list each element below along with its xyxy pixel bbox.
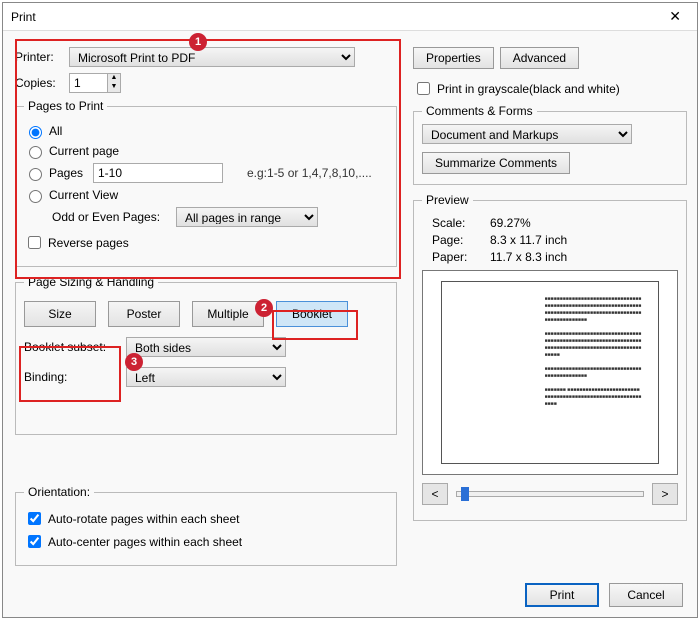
auto-center-check[interactable] xyxy=(28,535,41,548)
copies-label: Copies: xyxy=(15,76,63,90)
copies-input[interactable] xyxy=(69,73,107,93)
close-icon[interactable]: ✕ xyxy=(661,4,689,29)
printer-select[interactable]: Microsoft Print to PDF xyxy=(69,47,355,67)
copies-stepper[interactable]: ▲▼ xyxy=(69,73,121,93)
odd-even-select[interactable]: All pages in range xyxy=(176,207,318,227)
binding-select[interactable]: Left xyxy=(126,367,286,387)
orientation-group: Orientation: Auto-rotate pages within ea… xyxy=(15,485,397,566)
slider-thumb[interactable] xyxy=(461,487,469,501)
preview-pane: ■■■■■■■■■■■■■■■■■■■■■■■■■■■■■■■■■■■■■■■■… xyxy=(422,270,678,475)
reverse-pages-label: Reverse pages xyxy=(48,236,129,250)
scale-key: Scale: xyxy=(432,216,478,230)
page-value: 8.3 x 11.7 inch xyxy=(490,233,567,247)
tab-booklet[interactable]: Booklet xyxy=(276,301,348,327)
paper-key: Paper: xyxy=(432,250,478,264)
summarize-comments-button[interactable]: Summarize Comments xyxy=(422,152,570,174)
tab-poster[interactable]: Poster xyxy=(108,301,180,327)
window-title: Print xyxy=(11,10,661,24)
radio-current-view-label: Current View xyxy=(49,188,118,202)
page-sizing-group: Page Sizing & Handling Size Poster Multi… xyxy=(15,275,397,435)
preview-prev-button[interactable]: < xyxy=(422,483,448,505)
spinner-down-icon[interactable]: ▼ xyxy=(108,83,120,92)
preview-legend: Preview xyxy=(422,193,473,207)
auto-rotate-check[interactable] xyxy=(28,512,41,525)
advanced-button[interactable]: Advanced xyxy=(500,47,579,69)
titlebar: Print ✕ xyxy=(3,3,697,31)
scale-value: 69.27% xyxy=(490,216,531,230)
comments-select[interactable]: Document and Markups xyxy=(422,124,632,144)
properties-button[interactable]: Properties xyxy=(413,47,494,69)
auto-center-label: Auto-center pages within each sheet xyxy=(48,535,242,549)
radio-all[interactable] xyxy=(29,126,42,139)
tab-multiple[interactable]: Multiple xyxy=(192,301,264,327)
preview-group: Preview Scale: 69.27% Page: 8.3 x 11.7 inc… xyxy=(413,193,687,521)
page-key: Page: xyxy=(432,233,478,247)
cancel-button[interactable]: Cancel xyxy=(609,583,683,607)
printer-label: Printer: xyxy=(15,50,63,64)
orientation-legend: Orientation: xyxy=(24,485,94,499)
comments-group: Comments & Forms Document and Markups Su… xyxy=(413,104,687,185)
radio-current-view[interactable] xyxy=(29,190,42,203)
pages-to-print-legend: Pages to Print xyxy=(24,99,107,113)
auto-rotate-label: Auto-rotate pages within each sheet xyxy=(48,512,239,526)
paper-value: 11.7 x 8.3 inch xyxy=(490,250,567,264)
radio-current-page-label: Current page xyxy=(49,144,119,158)
binding-label: Binding: xyxy=(24,370,120,384)
grayscale-label: Print in grayscale(black and white) xyxy=(437,82,620,96)
radio-all-label: All xyxy=(49,124,62,138)
preview-page-thumbnail: ■■■■■■■■■■■■■■■■■■■■■■■■■■■■■■■■■■■■■■■■… xyxy=(545,296,644,408)
radio-current-page[interactable] xyxy=(29,146,42,159)
booklet-subset-select[interactable]: Both sides xyxy=(126,337,286,357)
radio-pages[interactable] xyxy=(29,168,42,181)
comments-legend: Comments & Forms xyxy=(422,104,537,118)
radio-pages-label: Pages xyxy=(49,166,89,180)
preview-slider[interactable] xyxy=(456,491,644,497)
spinner-up-icon[interactable]: ▲ xyxy=(108,74,120,83)
booklet-subset-label: Booklet subset: xyxy=(24,340,120,354)
odd-even-label: Odd or Even Pages: xyxy=(52,210,170,224)
pages-input[interactable] xyxy=(93,163,223,183)
grayscale-check[interactable] xyxy=(417,82,430,95)
preview-next-button[interactable]: > xyxy=(652,483,678,505)
print-button[interactable]: Print xyxy=(525,583,599,607)
page-sizing-legend: Page Sizing & Handling xyxy=(24,275,158,289)
tab-size[interactable]: Size xyxy=(24,301,96,327)
reverse-pages-check[interactable] xyxy=(28,236,41,249)
pages-hint: e.g:1-5 or 1,4,7,8,10,.... xyxy=(247,166,372,180)
pages-to-print-group: Pages to Print All Current page Pages e.… xyxy=(15,99,397,267)
